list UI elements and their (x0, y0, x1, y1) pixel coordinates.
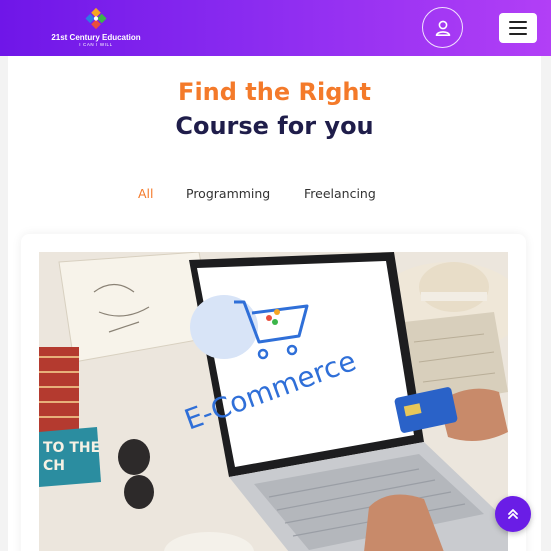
brand-name: 21st Century Education (51, 33, 141, 42)
top-navbar: 21st Century Education I CAN I WILL (0, 0, 551, 56)
course-image[interactable]: TO THE CH E-Commerce (39, 252, 508, 551)
brand-tagline: I CAN I WILL (79, 42, 113, 47)
sign-text-line1: TO THE (43, 440, 100, 456)
courses-section: Find the Right Course for you All Progra… (8, 56, 541, 551)
scroll-to-top-button[interactable] (495, 496, 531, 532)
user-account-button[interactable] (422, 7, 463, 48)
page: 21st Century Education I CAN I WILL Find… (0, 0, 551, 551)
ecommerce-laptop-illustration: TO THE CH E-Commerce (39, 252, 508, 551)
user-icon (435, 20, 450, 36)
heading-line-2: Course for you (175, 112, 374, 140)
filter-tab-programming[interactable]: Programming (186, 186, 270, 201)
section-heading: Find the Right Course for you (8, 76, 541, 144)
course-card[interactable]: TO THE CH E-Commerce (21, 234, 526, 551)
sign-text-line2: CH (43, 458, 65, 474)
filter-tab-freelancing[interactable]: Freelancing (304, 186, 376, 201)
menu-toggle-button[interactable] (499, 13, 537, 43)
brand-logo[interactable]: 21st Century Education I CAN I WILL (50, 6, 142, 48)
filter-tab-all[interactable]: All (138, 186, 154, 201)
double-chevron-up-icon (508, 509, 518, 519)
course-filter-tabs: All Programming Freelancing (8, 186, 541, 204)
hamburger-menu-icon (509, 21, 527, 23)
heading-line-1: Find the Right (178, 78, 371, 106)
logo-mark-icon (85, 7, 107, 30)
